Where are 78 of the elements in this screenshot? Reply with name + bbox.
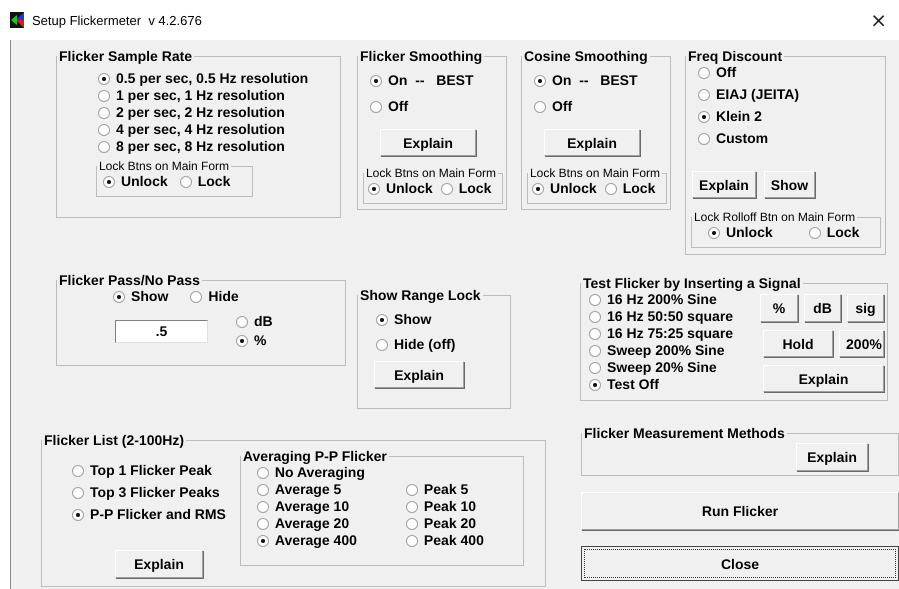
radio-button[interactable]: 8 per sec, 8 Hz resolution [98, 138, 340, 155]
radio-button[interactable]: Top 1 Flicker Peak [72, 462, 226, 479]
radio-button[interactable]: Peak 10 [406, 498, 523, 515]
radio-button[interactable]: Average 400 [256, 532, 396, 549]
group-title: Flicker Measurement Methods [583, 425, 786, 441]
radio-button[interactable]: Lock [604, 180, 656, 197]
explain-button[interactable]: Explain [796, 443, 868, 471]
radio-button[interactable]: Off [698, 64, 885, 81]
window-title: Setup Flickermeter v 4.2.676 [32, 12, 203, 28]
explain-button[interactable]: Explain [544, 129, 640, 156]
close-button[interactable]: × [866, 8, 891, 32]
radio-button[interactable]: Unlock [103, 173, 168, 190]
run-flicker-button[interactable]: Run Flicker [581, 492, 899, 530]
value-field[interactable]: .5 [115, 320, 208, 342]
group-title: Freq Discount [687, 48, 784, 64]
radio-button[interactable]: Unlock [708, 224, 773, 241]
radio-button[interactable]: Top 3 Flicker Peaks [72, 484, 226, 501]
radio-button[interactable]: Custom [698, 130, 885, 147]
group-title: Lock Btns on Main Form [365, 166, 498, 180]
radio-button[interactable]: 1 per sec, 1 Hz resolution [98, 87, 340, 104]
radio-button[interactable]: Peak 20 [406, 515, 523, 532]
radio-button[interactable]: On -- BEST [534, 72, 670, 89]
radio-button[interactable]: Off [370, 98, 506, 115]
radio-button[interactable]: 16 Hz 75:25 square [589, 325, 734, 342]
radio-button[interactable]: % [236, 332, 273, 349]
explain-button[interactable]: Explain [115, 550, 203, 578]
radio-button[interactable]: Sweep 20% Sine [589, 359, 734, 376]
radio-button[interactable]: No Averaging [256, 464, 523, 481]
radio-button[interactable]: Show [376, 311, 510, 328]
radio-button[interactable]: Hide [190, 288, 239, 305]
radio-button[interactable]: Klein 2 [698, 108, 885, 125]
radio-button[interactable]: EIAJ (JEITA) [698, 86, 885, 103]
group-title: Lock Btns on Main Form [529, 166, 662, 180]
radio-button[interactable]: Show [113, 288, 168, 305]
radio-button[interactable]: Unlock [532, 180, 597, 197]
close-button[interactable]: Close [581, 546, 899, 581]
group-title: Lock Rolloff Btn on Main Form [693, 210, 856, 224]
show-button[interactable]: Show [764, 171, 816, 198]
unit-button[interactable]: sig [847, 294, 884, 322]
app-icon [10, 12, 24, 28]
group-title: Averaging P-P Flicker [242, 448, 388, 464]
radio-button[interactable]: On -- BEST [370, 72, 506, 89]
radio-button[interactable]: 2 per sec, 2 Hz resolution [98, 104, 340, 121]
explain-button[interactable]: Explain [763, 365, 884, 392]
group-title: Flicker Smoothing [359, 48, 484, 64]
explain-button[interactable]: Explain [374, 361, 464, 388]
group-title: Lock Btns on Main Form [98, 159, 230, 173]
group-title: Show Range Lock [359, 287, 482, 303]
radio-button[interactable]: Peak 5 [406, 481, 523, 498]
radio-button[interactable]: Average 10 [256, 498, 396, 515]
radio-button[interactable]: Hide (off) [376, 336, 510, 353]
group-title: Test Flicker by Inserting a Signal [582, 275, 802, 291]
level-button[interactable]: 200% [839, 330, 884, 357]
group-title: Flicker Pass/No Pass [58, 272, 201, 288]
unit-button[interactable]: % [760, 294, 798, 322]
radio-button[interactable]: Test Off [589, 376, 734, 393]
radio-button[interactable]: 16 Hz 200% Sine [589, 291, 734, 308]
explain-button[interactable]: Explain [380, 129, 476, 156]
radio-button[interactable]: Lock [440, 180, 492, 197]
group-title: Cosine Smoothing [523, 48, 649, 64]
radio-button[interactable]: Average 5 [256, 481, 396, 498]
explain-button[interactable]: Explain [692, 171, 756, 198]
radio-button[interactable]: Peak 400 [406, 532, 523, 549]
radio-button[interactable]: Sweep 200% Sine [589, 342, 734, 359]
group-title: Flicker List (2-100Hz) [43, 432, 186, 448]
radio-button[interactable]: Lock [180, 173, 230, 190]
group-title: Flicker Sample Rate [58, 48, 194, 64]
radio-button[interactable]: P-P Flicker and RMS [72, 506, 226, 523]
radio-button[interactable]: 0.5 per sec, 0.5 Hz resolution [98, 70, 340, 87]
radio-button[interactable]: 4 per sec, 4 Hz resolution [98, 121, 340, 138]
radio-button[interactable]: Off [534, 98, 670, 115]
radio-button[interactable]: dB [236, 313, 273, 330]
radio-button[interactable]: Average 20 [256, 515, 396, 532]
radio-button[interactable]: Lock [808, 224, 860, 241]
unit-button[interactable]: dB [804, 294, 841, 322]
radio-button[interactable]: Unlock [368, 180, 433, 197]
radio-button[interactable]: 16 Hz 50:50 square [589, 308, 734, 325]
hold-button[interactable]: Hold [763, 330, 833, 357]
